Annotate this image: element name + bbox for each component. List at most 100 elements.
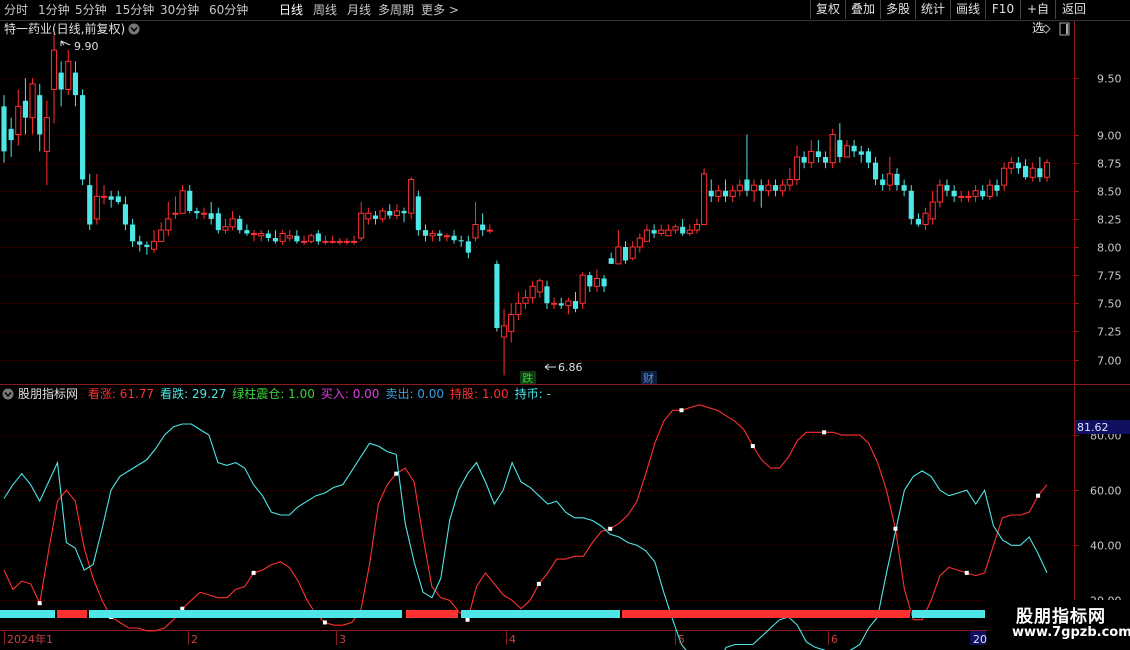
candle-body [544, 286, 550, 304]
candle-body [401, 211, 407, 214]
candle-body [144, 244, 150, 247]
candle-body [194, 211, 200, 214]
watermark-url: www.7gpzb.com [1012, 625, 1130, 640]
main-y-tick-label: 7.25 [1097, 326, 1122, 339]
candle-body [658, 229, 665, 234]
candle-body [315, 233, 321, 242]
main-gridlines [0, 78, 1074, 361]
candle-body [200, 212, 208, 215]
candle-body [536, 280, 543, 293]
candle-body [1029, 167, 1036, 178]
candle-body [958, 195, 965, 198]
candle-body [872, 162, 879, 180]
indicator-marker [893, 526, 898, 531]
candle-body [429, 233, 436, 237]
indicator-field-value: - [546, 387, 550, 401]
scrollbar-handle[interactable] [1059, 22, 1070, 36]
candle-body [237, 218, 243, 231]
candle-body [294, 235, 300, 242]
candle-body [80, 95, 86, 180]
candle-body [936, 184, 943, 203]
candle-body [565, 300, 572, 306]
indicator-field-label: 绿柱震仓: [232, 386, 288, 401]
high-marker: 9.90 [60, 40, 99, 53]
holding-bar-segment [622, 610, 910, 618]
candle-body [665, 229, 672, 237]
holding-bar-segment [406, 610, 458, 618]
candle-body [772, 185, 779, 191]
candle-body [651, 230, 657, 234]
candle-body [815, 151, 821, 157]
candle-body [636, 237, 643, 248]
candle-body [1022, 166, 1029, 178]
candle-body [122, 204, 129, 225]
indicator-markers [37, 408, 1041, 625]
candle-body [608, 258, 614, 264]
indicator-marker [536, 581, 541, 586]
holding-bar-segment [57, 610, 87, 618]
candle-body [901, 185, 907, 191]
title-dropdown-icon[interactable] [128, 23, 140, 35]
candle-body [350, 240, 358, 243]
indicator-header: 股朋指标网 看涨: 61.77 看跌: 29.27 绿柱震仓: 1.00 买入: 0.… [18, 386, 551, 401]
candle-body [980, 190, 986, 197]
candle-body [508, 314, 515, 332]
candle-body [965, 195, 972, 198]
candle-body [886, 173, 893, 186]
candle-body [244, 230, 250, 234]
candle-body [443, 235, 450, 238]
diamond-icon[interactable] [1041, 24, 1051, 34]
candle-body [172, 212, 179, 215]
indicator-marker [394, 471, 399, 476]
candle-body [851, 145, 857, 152]
candle-body [22, 100, 29, 118]
candle-body [29, 83, 36, 119]
main-y-tick-label: 7.00 [1097, 355, 1122, 368]
holding-bar-segment [461, 610, 620, 618]
candle-body [286, 235, 293, 239]
holding-bar-segment [0, 610, 55, 618]
indicator-dropdown-icon[interactable] [2, 388, 14, 400]
candle-body [558, 303, 564, 306]
candle-body [158, 229, 165, 242]
candle-body [308, 235, 315, 242]
candle-body [1, 106, 7, 152]
candle-body [130, 224, 136, 242]
indicator-field-label: 持币: [515, 386, 547, 401]
candle-body [751, 184, 758, 192]
holding-status-bar [0, 610, 985, 618]
indicator-field-value: 1.00 [482, 387, 509, 401]
candle-body [744, 179, 750, 191]
indicator-marker [822, 430, 827, 435]
high-price-label: 9.90 [74, 40, 99, 53]
x-tick-label: 3 [339, 633, 346, 646]
main-y-tick-label: 7.75 [1097, 270, 1122, 283]
indicator-name: 股朋指标网 [18, 386, 78, 401]
candle-body [587, 275, 593, 287]
indicator-field-label: 看跌: [160, 386, 192, 401]
candle-body [551, 302, 558, 305]
candle-body [387, 211, 393, 216]
candle-body [408, 179, 415, 214]
candle-body [736, 184, 743, 192]
candle-body [422, 230, 429, 236]
candle-body [765, 184, 772, 192]
candle-body [622, 247, 629, 261]
candle-body [258, 233, 265, 237]
candle-body [379, 210, 386, 220]
x-tick-label: 5 [678, 633, 685, 646]
candle-body [465, 241, 471, 253]
candle-body [793, 156, 801, 180]
candle-body [522, 297, 529, 304]
indicator-marker [679, 408, 684, 413]
candle-body [222, 226, 229, 231]
indicator-marker [37, 601, 42, 606]
tag-drop[interactable]: 跌 [520, 371, 536, 385]
candle-body [529, 285, 536, 299]
tag-finance[interactable]: 财 [641, 371, 657, 385]
current-value-text: 81.62 [1077, 421, 1109, 434]
candlestick-series [1, 33, 1051, 376]
candle-body [701, 173, 708, 225]
x-tick-label: 6 [831, 633, 838, 646]
candle-body [208, 213, 214, 219]
